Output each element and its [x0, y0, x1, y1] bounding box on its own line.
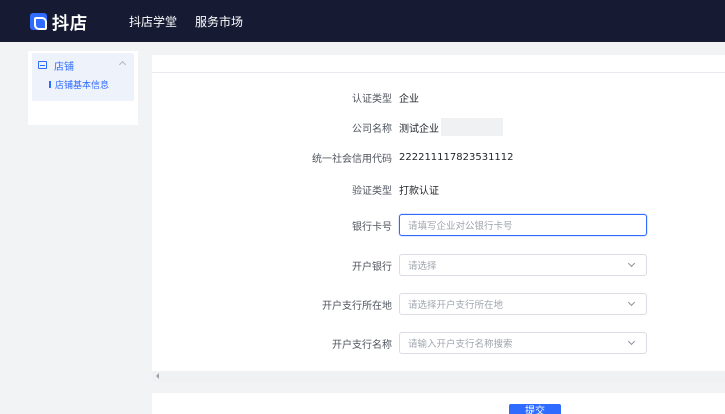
credit-code-value: 222211117823531112 — [399, 151, 514, 163]
company-name-row: 公司名称 测试企业 — [152, 117, 725, 137]
chevron-down-icon — [627, 298, 636, 307]
branch-location-select[interactable]: 请选择开户支行所在地 — [399, 293, 647, 315]
submit-button[interactable]: 提交 — [509, 404, 561, 414]
bank-card-row: 银行卡号 请填写企业对公银行卡号 — [152, 213, 725, 237]
top-nav: 抖店学堂 服务市场 — [129, 13, 261, 30]
redacted-block — [441, 118, 503, 136]
bank-row: 开户银行 请选择 — [152, 253, 725, 277]
store-icon — [38, 61, 47, 69]
credit-code-label: 统一社会信用代码 — [312, 153, 392, 165]
bank-card-placeholder: 请填写企业对公银行卡号 — [408, 221, 513, 232]
company-name-value: 测试企业 — [399, 123, 439, 135]
bank-card-label: 银行卡号 — [352, 221, 392, 233]
scroll-left-icon[interactable] — [156, 373, 159, 379]
chevron-up-icon[interactable] — [118, 60, 127, 69]
credit-code-row: 统一社会信用代码 222211117823531112 — [152, 147, 725, 167]
branch-name-placeholder: 请输入开户支行名称搜索 — [408, 339, 513, 350]
bank-select[interactable]: 请选择 — [399, 254, 647, 276]
bank-placeholder: 请选择 — [408, 261, 437, 272]
cert-type-label: 认证类型 — [352, 93, 392, 105]
verify-type-label: 验证类型 — [352, 185, 392, 197]
sidebar-group-label: 店铺 — [54, 61, 74, 73]
sidebar: 店铺 店铺基本信息 — [28, 51, 138, 125]
branch-name-select[interactable]: 请输入开户支行名称搜索 — [399, 332, 647, 354]
branch-location-placeholder: 请选择开户支行所在地 — [408, 300, 504, 311]
bank-card-input[interactable]: 请填写企业对公银行卡号 — [399, 214, 647, 236]
divider — [152, 72, 725, 73]
logo[interactable]: 抖店 — [30, 9, 88, 34]
verify-type-value: 打款认证 — [399, 185, 439, 197]
chevron-down-icon — [627, 259, 636, 268]
logo-text: 抖店 — [52, 13, 88, 34]
sidebar-item-store-info[interactable]: 店铺基本信息 — [32, 77, 134, 91]
branch-location-label: 开户支行所在地 — [322, 300, 392, 312]
chevron-down-icon — [627, 337, 636, 346]
nav-item-service-market[interactable]: 服务市场 — [195, 13, 243, 30]
sidebar-item-label: 店铺基本信息 — [55, 80, 110, 91]
verify-type-row: 验证类型 打款认证 — [152, 179, 725, 199]
cert-type-row: 认证类型 企业 — [152, 87, 725, 107]
branch-location-row: 开户支行所在地 请选择开户支行所在地 — [152, 292, 725, 316]
horizontal-scrollbar[interactable] — [152, 371, 725, 382]
branch-name-label: 开户支行名称 — [332, 339, 392, 351]
logo-icon — [30, 12, 47, 30]
company-name-label: 公司名称 — [352, 123, 392, 135]
top-bar: 抖店 抖店学堂 服务市场 — [0, 0, 725, 42]
nav-item-academy[interactable]: 抖店学堂 — [129, 13, 177, 30]
cert-type-value: 企业 — [399, 93, 419, 105]
footer-bar: 提交 — [152, 393, 725, 414]
branch-name-row: 开户支行名称 请输入开户支行名称搜索 — [152, 331, 725, 355]
sidebar-group-header[interactable]: 店铺 — [32, 53, 134, 77]
bank-label: 开户银行 — [352, 261, 392, 273]
form-panel: 认证类型 企业 公司名称 测试企业 统一社会信用代码 2222111178235… — [152, 55, 725, 371]
sidebar-group-store: 店铺 店铺基本信息 — [32, 53, 134, 101]
